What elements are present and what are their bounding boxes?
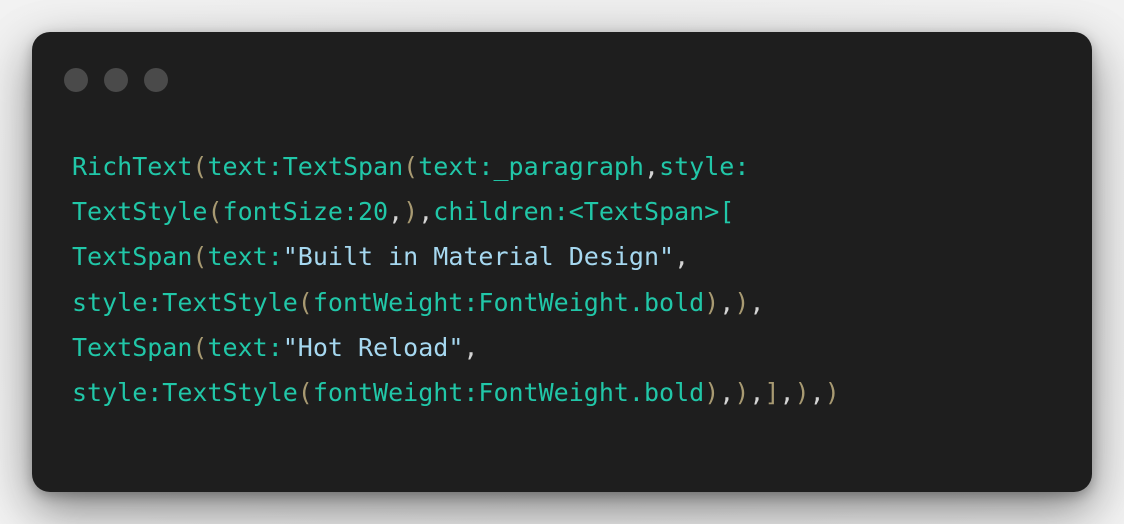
code-token: (	[297, 287, 313, 317]
code-token: )	[794, 377, 810, 407]
code-token: fontWeight:FontWeight.bold	[312, 377, 705, 407]
code-line: TextSpan(text:"Built in Material Design"…	[72, 234, 840, 279]
code-token: (	[192, 242, 208, 272]
code-token: (	[403, 152, 419, 181]
code-token: style:TextStyle	[72, 377, 298, 407]
code-line: TextStyle(fontSize:20,),children:<TextSp…	[72, 189, 840, 234]
code-token: "Hot Reload"	[282, 332, 464, 362]
code-token: style:	[659, 152, 750, 181]
code-token: ]	[764, 377, 780, 407]
code-token: text:_paragraph	[418, 152, 644, 181]
code-window: RichText(text:TextSpan(text:_paragraph,s…	[32, 32, 1092, 492]
close-dot-icon[interactable]	[64, 68, 88, 92]
code-token: ,	[719, 377, 735, 407]
code-token: TextSpan	[72, 242, 193, 272]
code-token: ,	[779, 377, 795, 407]
code-token: RichText	[72, 152, 193, 181]
code-token: fontWeight:FontWeight.bold	[312, 287, 705, 317]
code-token: (	[192, 152, 208, 181]
code-token: )	[704, 377, 720, 407]
code-line: RichText(text:TextSpan(text:_paragraph,s…	[72, 144, 840, 189]
code-line: style:TextStyle(fontWeight:FontWeight.bo…	[72, 280, 840, 325]
code-token: ,	[463, 332, 479, 362]
minimize-dot-icon[interactable]	[104, 68, 128, 92]
code-token: (	[192, 332, 208, 362]
code-token: ,	[749, 287, 765, 317]
code-token: )	[704, 287, 720, 317]
zoom-dot-icon[interactable]	[144, 68, 168, 92]
code-token: ,	[644, 152, 660, 181]
code-token: ,	[418, 197, 434, 227]
code-line: style:TextStyle(fontWeight:FontWeight.bo…	[72, 370, 840, 415]
code-line: TextSpan(text:"Hot Reload",	[72, 325, 840, 370]
code-token: text:	[207, 332, 283, 362]
code-token: ,	[674, 242, 690, 272]
code-token: ,	[719, 287, 735, 317]
code-token: ,	[809, 377, 825, 407]
code-token: ,	[749, 377, 765, 407]
code-token: text:TextSpan	[207, 152, 404, 181]
window-controls	[64, 68, 168, 92]
code-token: style:TextStyle	[72, 287, 298, 317]
code-token: text:	[207, 242, 283, 272]
code-token: )	[403, 197, 419, 227]
code-token: ,	[388, 197, 404, 227]
code-token: (	[297, 377, 313, 407]
code-token: )	[734, 377, 750, 407]
code-token: )	[824, 377, 840, 407]
code-token: (	[207, 197, 223, 227]
code-token: TextSpan	[72, 332, 193, 362]
code-token: children:<TextSpan>[	[433, 197, 735, 227]
code-token: fontSize:20	[222, 197, 389, 227]
code-token: "Built in Material Design"	[282, 242, 675, 272]
code-token: TextStyle	[72, 197, 208, 227]
code-token: )	[734, 287, 750, 317]
code-block: RichText(text:TextSpan(text:_paragraph,s…	[72, 144, 840, 415]
